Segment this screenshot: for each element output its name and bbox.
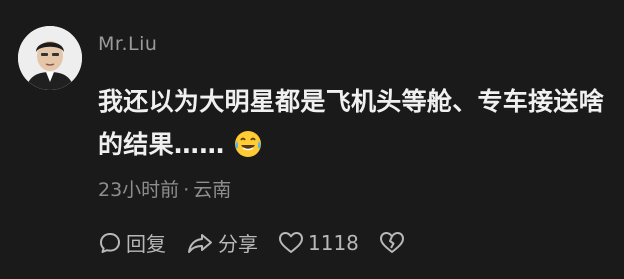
like-button[interactable]: 1118 [278,231,359,255]
avatar[interactable] [18,26,82,90]
location: 云南 [193,179,232,201]
share-label: 分享 [218,232,258,256]
timestamp: 23小时前 [98,179,180,201]
share-icon [188,233,212,253]
reply-icon [100,232,120,253]
separator-dot: · [183,179,190,201]
reply-button[interactable]: 回复 [98,228,166,257]
share-button[interactable]: 分享 [186,228,258,257]
comment-meta: 23小时前 · 云南 [98,175,231,202]
user-portrait-icon [18,26,82,90]
dislike-button[interactable] [379,231,405,255]
comment-text-tail: 的结果…… [98,130,225,159]
comment-text-line: 的结果…… [98,123,622,172]
reply-label: 回复 [126,232,166,256]
broken-heart-icon [379,231,404,253]
comment-item: Mr.Liu 我还以为大明星都是飞机头等舱、专车接送啥 的结果…… 23小时前 ·… [0,0,624,279]
laughing-tears-icon [233,129,263,172]
comment-text: 我还以为大明星都是飞机头等舱、专车接送啥 的结果…… [98,80,622,172]
like-count: 1118 [308,230,359,255]
comment-text-line: 我还以为大明星都是飞机头等舱、专车接送啥 [98,87,605,116]
username[interactable]: Mr.Liu [98,33,157,55]
heart-icon [279,231,303,253]
comment-actions: 回复 分享 1118 [98,228,425,257]
